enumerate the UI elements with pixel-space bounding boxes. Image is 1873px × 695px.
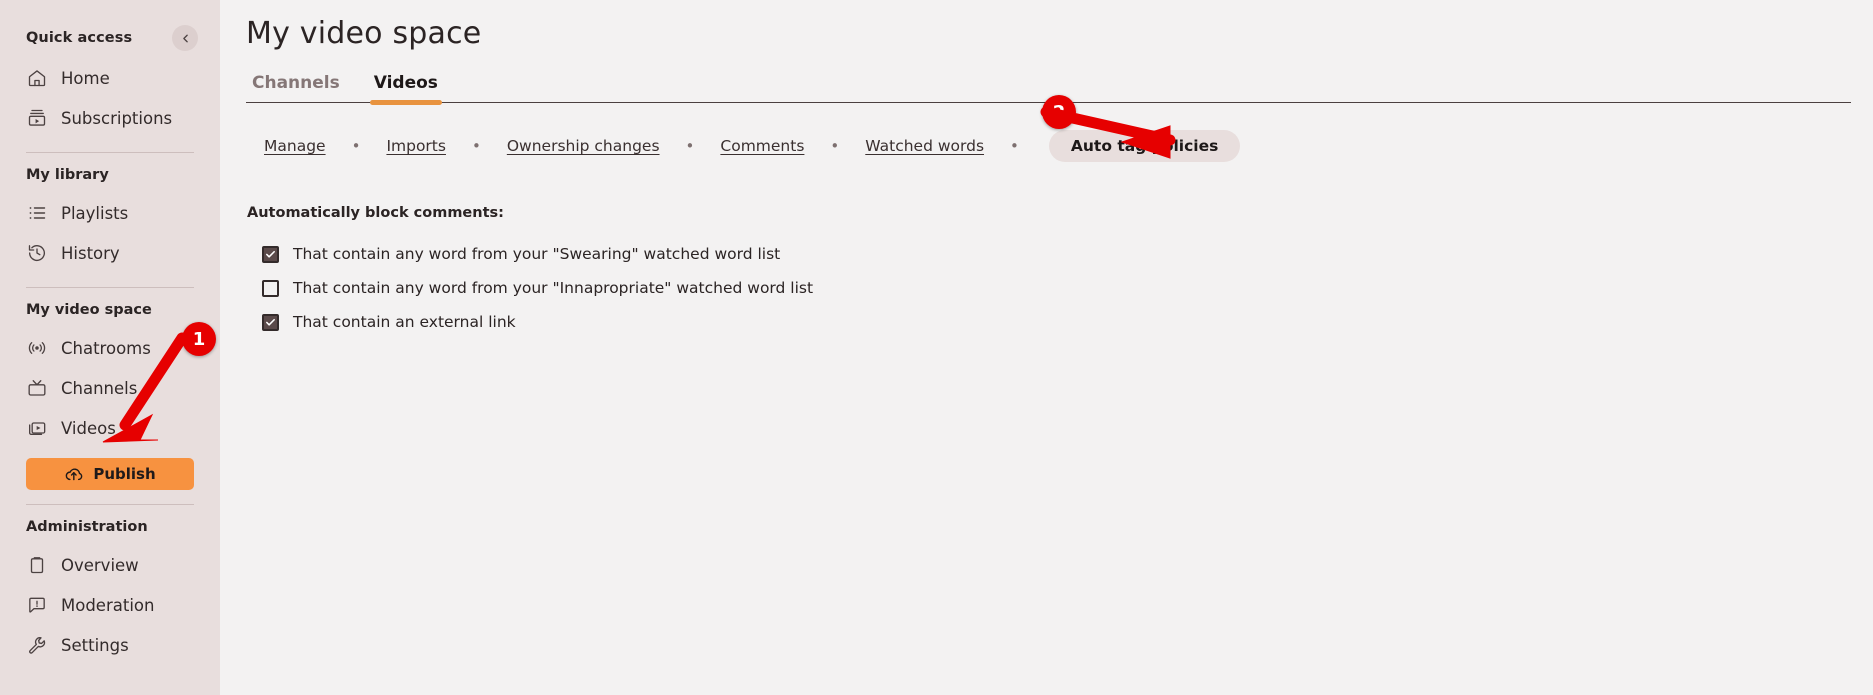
app-root: Quick access Home Subscriptions My libra… bbox=[0, 0, 1873, 695]
sidebar-item-label: Videos bbox=[61, 418, 116, 438]
subnav-pill-auto-tag-policies[interactable]: Auto tag policies bbox=[1048, 130, 1241, 162]
history-icon bbox=[26, 243, 47, 264]
tab-videos[interactable]: Videos bbox=[369, 73, 443, 105]
subnav-link-comments[interactable]: Comments bbox=[718, 137, 806, 155]
subnav-link-watched-words[interactable]: Watched words bbox=[863, 137, 986, 155]
sidebar-item-home[interactable]: Home bbox=[0, 58, 220, 98]
subnav-link-imports[interactable]: Imports bbox=[384, 137, 448, 155]
quick-access-header: Quick access bbox=[0, 24, 220, 52]
sidebar-item-subscriptions[interactable]: Subscriptions bbox=[0, 98, 220, 138]
sidebar-item-videos[interactable]: Videos bbox=[0, 408, 220, 448]
subnav-link-manage[interactable]: Manage bbox=[262, 137, 328, 155]
video-icon bbox=[26, 418, 47, 439]
publish-button-label: Publish bbox=[93, 465, 156, 483]
sidebar-item-label: History bbox=[61, 243, 120, 263]
playlist-icon bbox=[26, 203, 47, 224]
subnav-separator: • bbox=[351, 137, 361, 155]
block-comments-options: That contain any word from your "Swearin… bbox=[246, 237, 1851, 339]
subnav-separator: • bbox=[1010, 137, 1019, 155]
page-title: My video space bbox=[246, 16, 482, 51]
checkbox-label: That contain an external link bbox=[293, 313, 516, 331]
sidebar-divider-3 bbox=[26, 504, 194, 505]
sidebar-item-label: Settings bbox=[61, 635, 129, 655]
sidebar-divider-2 bbox=[26, 287, 194, 288]
administration-title: Administration bbox=[26, 519, 148, 535]
sidebar-item-overview[interactable]: Overview bbox=[0, 545, 220, 585]
subnav-separator: • bbox=[471, 137, 481, 155]
my-library-title: My library bbox=[26, 167, 109, 183]
sidebar-item-channels[interactable]: Channels bbox=[0, 368, 220, 408]
subnav-separator: • bbox=[830, 137, 840, 155]
publish-button[interactable]: Publish bbox=[26, 458, 194, 490]
block-comments-title: Automatically block comments: bbox=[247, 205, 504, 221]
checkbox-innapropriate[interactable] bbox=[262, 279, 279, 297]
annotation-marker-1: 1 bbox=[182, 322, 216, 356]
checkbox-row-external-link[interactable]: That contain an external link bbox=[262, 305, 1851, 339]
wrench-icon bbox=[26, 635, 47, 656]
sidebar-item-label: Channels bbox=[61, 378, 138, 398]
checkbox-external-link[interactable] bbox=[262, 313, 279, 331]
home-icon bbox=[26, 68, 47, 89]
sidebar-item-playlists[interactable]: Playlists bbox=[0, 193, 220, 233]
subnav: Manage • Imports • Ownership changes • C… bbox=[246, 130, 1851, 162]
checkbox-row-swearing[interactable]: That contain any word from your "Swearin… bbox=[262, 237, 1851, 271]
subnav-link-ownership-changes[interactable]: Ownership changes bbox=[505, 137, 662, 155]
sidebar-item-label: Playlists bbox=[61, 203, 129, 223]
checkbox-label: That contain any word from your "Innapro… bbox=[293, 279, 814, 297]
sidebar-item-settings[interactable]: Settings bbox=[0, 625, 220, 665]
sidebar-item-label: Moderation bbox=[61, 595, 155, 615]
my-video-space-title: My video space bbox=[26, 302, 152, 318]
subscriptions-icon bbox=[26, 108, 47, 129]
cloud-upload-icon bbox=[64, 465, 83, 484]
annotation-marker-2: 2 bbox=[1042, 95, 1076, 129]
chevron-left-icon[interactable] bbox=[172, 25, 198, 51]
tab-channels[interactable]: Channels bbox=[248, 73, 344, 102]
clipboard-icon bbox=[26, 555, 47, 576]
quick-access-title: Quick access bbox=[26, 30, 133, 46]
sidebar-item-label: Chatrooms bbox=[61, 338, 151, 358]
checkbox-row-innapropriate[interactable]: That contain any word from your "Innapro… bbox=[262, 271, 1851, 305]
sidebar-item-history[interactable]: History bbox=[0, 233, 220, 273]
checkbox-swearing[interactable] bbox=[262, 245, 279, 263]
sidebar-item-label: Subscriptions bbox=[61, 108, 173, 128]
broadcast-icon bbox=[26, 338, 47, 359]
comment-alert-icon bbox=[26, 595, 47, 616]
subnav-separator: • bbox=[685, 137, 695, 155]
tv-icon bbox=[26, 378, 47, 399]
checkbox-label: That contain any word from your "Swearin… bbox=[293, 245, 781, 263]
sidebar-item-label: Home bbox=[61, 68, 110, 88]
sidebar-item-label: Overview bbox=[61, 555, 139, 575]
sidebar-divider-1 bbox=[26, 152, 194, 153]
sidebar-item-moderation[interactable]: Moderation bbox=[0, 585, 220, 625]
